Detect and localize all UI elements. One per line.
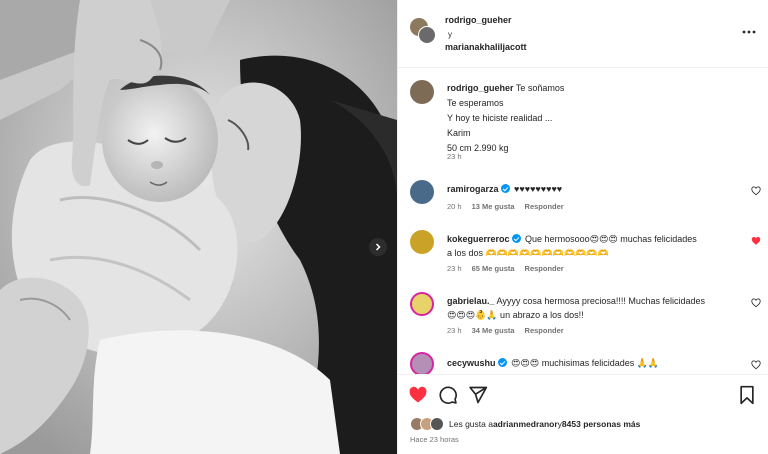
comment-body: ♥♥♥♥♥♥♥♥♥ xyxy=(514,184,563,194)
comment-text: kokeguerreroc Que hermosooo😍😍😍 muchas fe… xyxy=(447,232,737,260)
bookmark-icon[interactable] xyxy=(737,385,757,405)
header-username-1[interactable]: rodrigo_gueher xyxy=(445,15,512,25)
reply-button[interactable]: Responder xyxy=(525,326,564,335)
instagram-post: rodrigo_gueher y marianakhaliljacott rod… xyxy=(0,0,768,454)
heart-filled-icon[interactable] xyxy=(751,236,761,246)
comment-time: 23 h xyxy=(447,326,462,335)
caption-line: 50 cm 2.990 kg xyxy=(447,143,509,153)
newborn-photo xyxy=(0,0,397,454)
caption-time: 23 h xyxy=(447,152,462,161)
more-horizontal-icon[interactable] xyxy=(742,27,756,37)
comment-username[interactable]: ramirogarza xyxy=(447,184,499,194)
likes-user[interactable]: adrianmedranor xyxy=(493,419,558,429)
likes-summary[interactable]: Les gusta a adrianmedranor y 8453 person… xyxy=(410,417,640,431)
send-icon[interactable] xyxy=(468,385,488,405)
comment-text: cecywushu 😍😍😍 muchisimas felicidades 🙏🙏 xyxy=(447,356,737,370)
comment-likes[interactable]: 34 Me gusta xyxy=(472,326,515,335)
reply-button[interactable]: Responder xyxy=(525,264,564,273)
heart-outline-icon[interactable] xyxy=(751,298,761,308)
comments-list[interactable]: rodrigo_gueher Te soñamos Te esperamos Y… xyxy=(398,68,768,374)
verified-badge-icon xyxy=(497,358,507,367)
post-photo[interactable] xyxy=(0,0,397,454)
comment-likes[interactable]: 65 Me gusta xyxy=(472,264,515,273)
comment-body: 😍😍😍 muchisimas felicidades 🙏🙏 xyxy=(511,358,660,368)
comment-meta: 23 h 65 Me gusta Responder xyxy=(447,264,564,273)
avatar xyxy=(430,417,444,431)
heart-outline-icon[interactable] xyxy=(751,360,761,370)
comment-body-line2: 😍😍😍👶🙏 un abrazo a los dos!! xyxy=(447,310,584,320)
avatar[interactable] xyxy=(410,292,434,316)
comment-icon[interactable] xyxy=(438,385,458,405)
comment-body-line2: a los dos 🫶🫶🫶🫶🫶🫶🫶🫶🫶🫶🫶 xyxy=(447,248,609,258)
comment-body: Ayyyy cosa hermosa preciosa!!!! Muchas f… xyxy=(496,296,705,306)
comment-body: Que hermosooo😍😍😍 muchas felicidades xyxy=(525,234,697,244)
comment-likes[interactable]: 13 Me gusta xyxy=(472,202,515,211)
likes-prefix: Les gusta a xyxy=(449,419,493,429)
header-connector: y xyxy=(448,30,452,39)
avatar[interactable] xyxy=(410,180,434,204)
comment-text: ramirogarza ♥♥♥♥♥♥♥♥♥ xyxy=(447,182,737,196)
comment-meta: 20 h 13 Me gusta Responder xyxy=(447,202,564,211)
post-header: rodrigo_gueher y marianakhaliljacott xyxy=(398,0,768,68)
avatar[interactable] xyxy=(410,352,434,374)
comment-text: gabrielau._ Ayyyy cosa hermosa preciosa!… xyxy=(447,294,737,322)
avatar[interactable] xyxy=(418,26,436,44)
caption: rodrigo_gueher Te soñamos Te esperamos Y… xyxy=(447,81,564,156)
comment-time: 20 h xyxy=(447,202,462,211)
caption-line: Y hoy te hiciste realidad ... xyxy=(447,113,553,123)
caption-line: Te esperamos xyxy=(447,98,504,108)
next-photo-button[interactable] xyxy=(369,238,387,256)
comment-username[interactable]: gabrielau._ xyxy=(447,296,495,306)
caption-meta: 23 h xyxy=(447,152,462,161)
caption-line: Te soñamos xyxy=(515,83,565,93)
avatar[interactable] xyxy=(410,80,434,104)
likes-count[interactable]: 8453 personas más xyxy=(562,419,640,429)
chevron-right-icon xyxy=(375,243,381,251)
posted-time: Hace 23 horas xyxy=(410,435,459,444)
heart-filled-icon[interactable] xyxy=(408,385,428,405)
caption-username[interactable]: rodrigo_gueher xyxy=(447,83,514,93)
liker-avatars xyxy=(410,417,444,431)
comment-time: 23 h xyxy=(447,264,462,273)
comment-username[interactable]: cecywushu xyxy=(447,358,496,368)
caption-line: Karim xyxy=(447,128,471,138)
header-username-2[interactable]: marianakhaliljacott xyxy=(445,42,527,52)
avatar[interactable] xyxy=(410,230,434,254)
verified-badge-icon xyxy=(500,184,510,193)
reply-button[interactable]: Responder xyxy=(525,202,564,211)
comment-meta: 23 h 34 Me gusta Responder xyxy=(447,326,564,335)
verified-badge-icon xyxy=(511,234,521,243)
comment-username[interactable]: kokeguerreroc xyxy=(447,234,510,244)
post-sidebar: rodrigo_gueher y marianakhaliljacott rod… xyxy=(397,0,768,454)
post-actions: Les gusta a adrianmedranor y 8453 person… xyxy=(398,374,768,454)
heart-outline-icon[interactable] xyxy=(751,186,761,196)
